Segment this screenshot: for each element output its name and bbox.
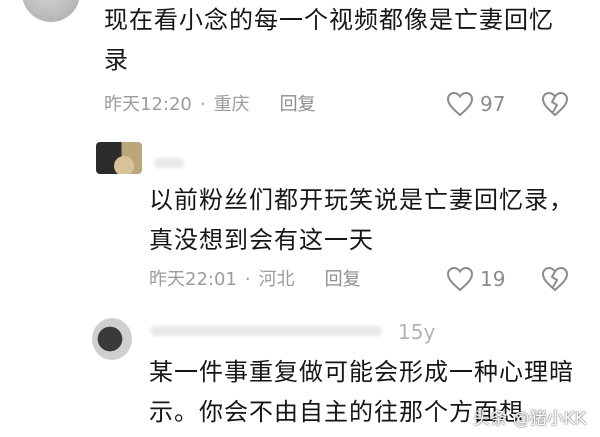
username-redacted (154, 158, 184, 168)
comment-time: 昨天22:01 (149, 269, 237, 290)
avatar[interactable] (22, 0, 80, 22)
broken-heart-icon[interactable] (541, 266, 569, 292)
meta-separator: · (199, 94, 206, 115)
comment-meta: 昨天22:01 · 河北 回复 (149, 268, 361, 292)
avatar[interactable] (96, 142, 142, 174)
comment-text-line: 以前粉丝们都开玩笑说是亡妻回忆录， (149, 186, 574, 214)
meta-separator: · (244, 269, 251, 290)
watermark: 头条 @猪小KK (473, 409, 586, 429)
comment-text-line: 现在看小念的每一个视频都像是亡妻回忆 (104, 6, 554, 34)
like-count: 19 (480, 267, 506, 291)
reply-button[interactable]: 回复 (280, 93, 316, 117)
comment-time: 昨天12:20 (104, 94, 192, 115)
comment-location: 河北 (258, 269, 295, 290)
avatar[interactable] (92, 318, 132, 360)
comment-location: 重庆 (213, 94, 250, 115)
broken-heart-icon[interactable] (541, 91, 569, 117)
comment-text-line: 某一件事重复做可能会形成一种心理暗 (149, 358, 574, 386)
comment-time: 15y (398, 320, 436, 344)
reply-button[interactable]: 回复 (325, 268, 361, 292)
like-button[interactable]: 19 (446, 266, 505, 292)
comment-text-line: 真没想到会有这一天 (149, 226, 374, 254)
username-redacted (150, 326, 382, 336)
comment-text-line: 录 (104, 46, 129, 74)
comment-text-line: 示。你会不由自主的往那个方面想 (149, 398, 524, 426)
like-button[interactable]: 97 (446, 91, 505, 117)
comment-meta: 昨天12:20 · 重庆 回复 (104, 93, 316, 117)
heart-icon (446, 91, 474, 117)
heart-icon (446, 266, 474, 292)
like-count: 97 (480, 92, 506, 116)
